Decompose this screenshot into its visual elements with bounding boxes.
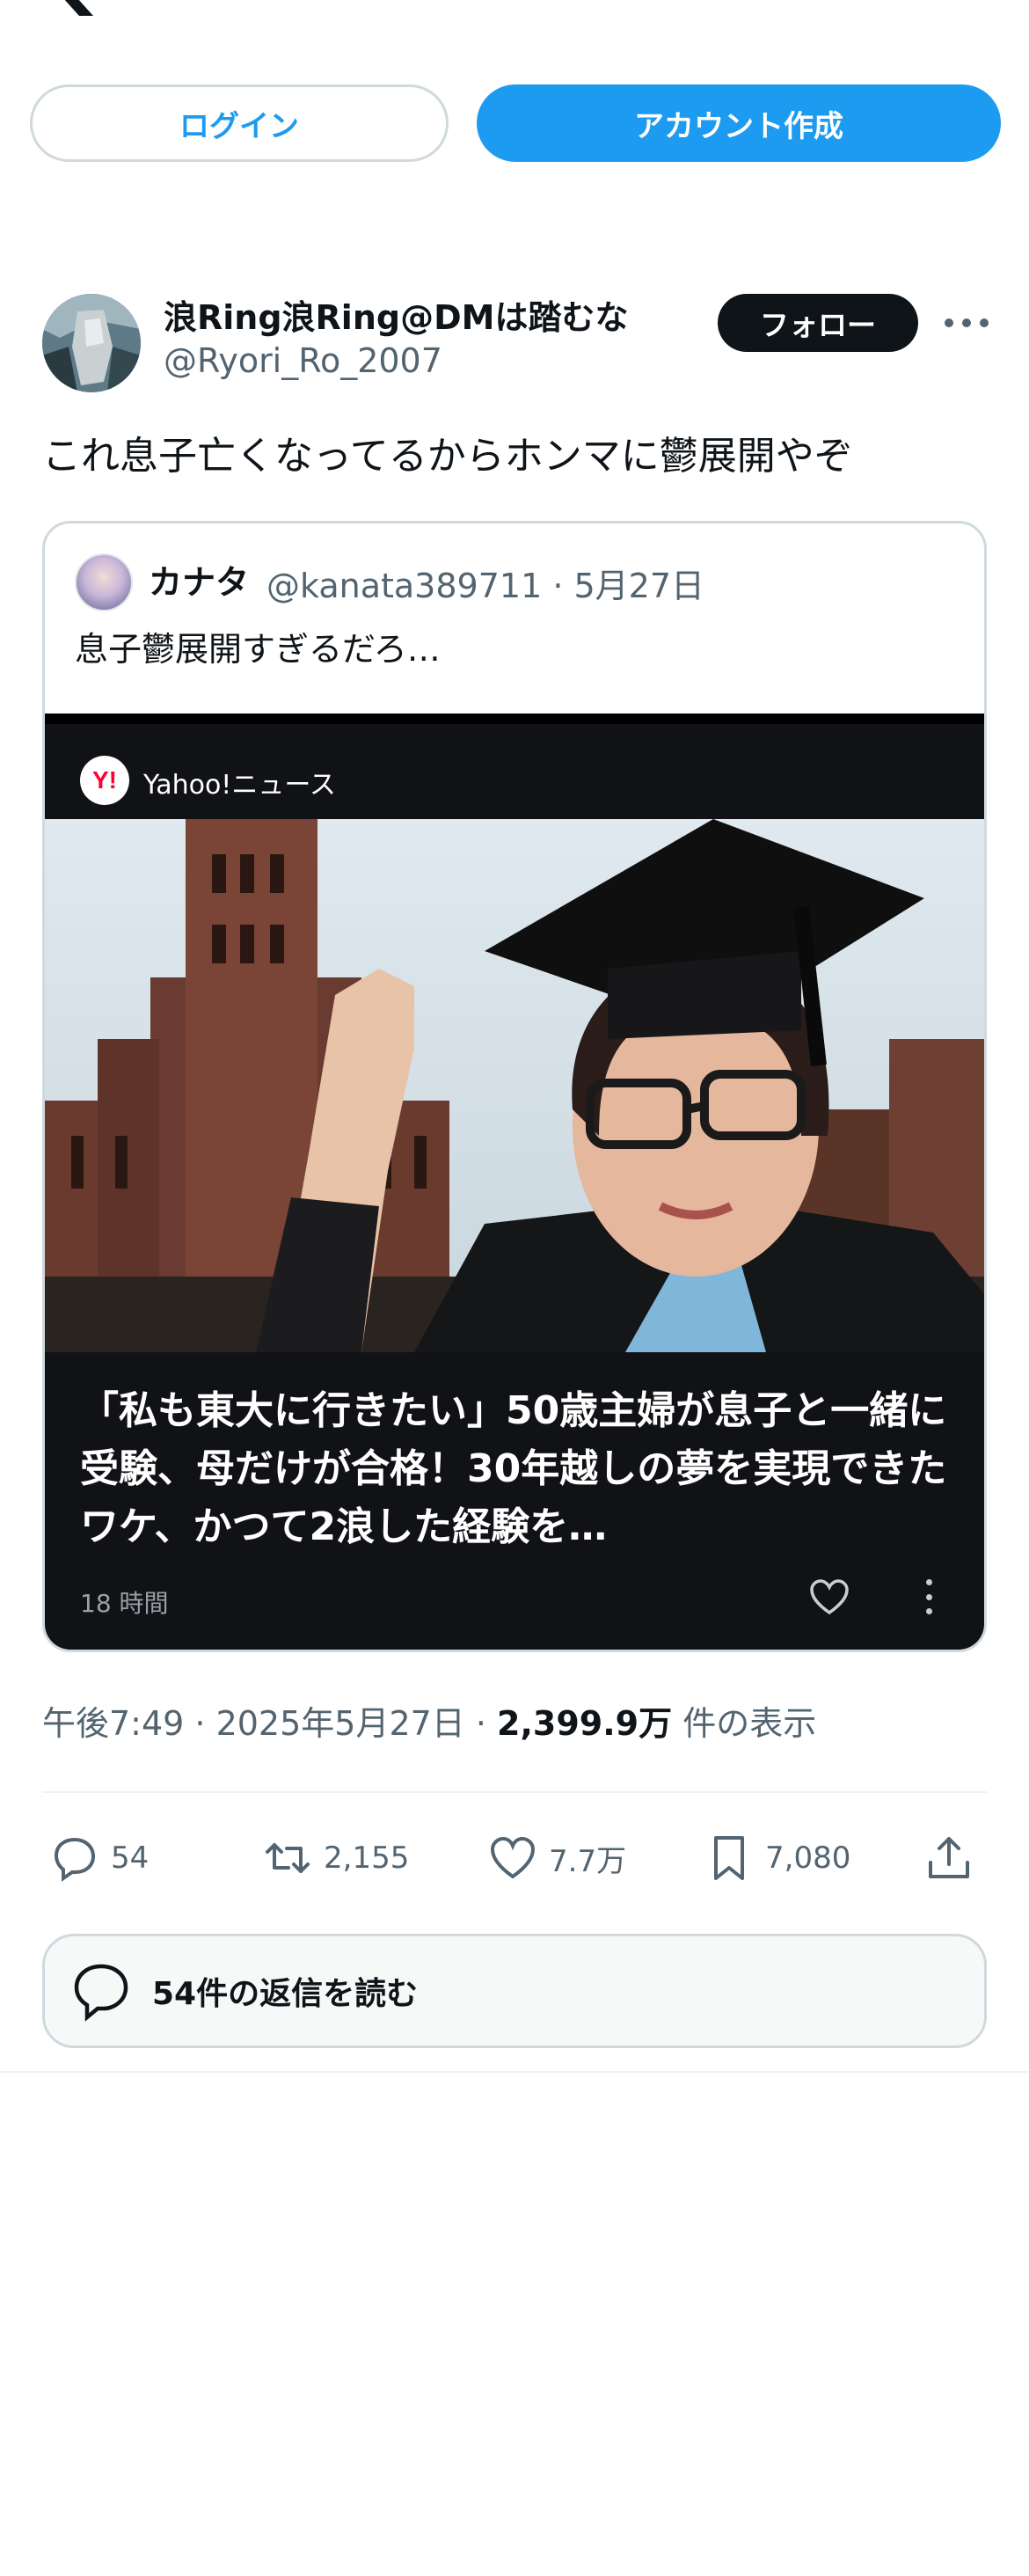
bottom-divider: [0, 2071, 1029, 2073]
reply-button[interactable]: 54: [49, 1823, 149, 1893]
repost-icon: [266, 1843, 310, 1873]
like-count: 7.7万: [549, 1843, 627, 1879]
news-headline: 「私も東大に行きたい」50歳主婦が息子と一緒に受験、母だけが合格！30年越しの夢…: [80, 1388, 947, 1549]
like-button[interactable]: 7.7万: [487, 1823, 626, 1893]
news-time: 18 時間: [80, 1589, 169, 1618]
post-timestamp: 午後7:49 · 2025年5月27日 · 2,399.9万 件の表示: [42, 1696, 816, 1745]
bookmark-button[interactable]: 7,080: [704, 1823, 850, 1893]
x-logo-icon[interactable]: [42, 0, 99, 16]
repost-count: 2,155: [324, 1841, 410, 1876]
news-source: Yahoo!ニュース: [143, 770, 336, 801]
quoted-author-avatar: [75, 553, 133, 611]
quoted-author-name: カナタ: [149, 563, 250, 602]
signup-button[interactable]: アカウント作成: [477, 84, 1001, 162]
more-options-icon[interactable]: [945, 310, 989, 336]
news-card-image[interactable]: Y! Yahoo!ニュース 「私も東大に行きたい」50歳主婦が息子と一緒に受験、…: [45, 714, 984, 1650]
quoted-post-text: 息子鬱展開すぎるだろ…: [75, 630, 441, 669]
views-count: 2,399.9万: [497, 1704, 673, 1743]
author-display-name[interactable]: 浪Ring浪Ring@DMは踏むな: [164, 290, 628, 339]
author-avatar[interactable]: [42, 294, 141, 392]
repost-button[interactable]: 2,155: [262, 1823, 409, 1893]
post-actions: 54 2,155 7.7万 7,080: [42, 1823, 987, 1893]
news-like-icon[interactable]: [808, 1577, 850, 1616]
post-time[interactable]: 午後7:49 · 2025年5月27日 ·: [42, 1704, 497, 1743]
auth-buttons: ログイン アカウント作成: [30, 84, 1001, 164]
read-replies-label: 54件の返信を読む: [152, 1976, 419, 2012]
reply-count: 54: [111, 1841, 150, 1876]
quoted-author-meta: @kanata389711 · 5月27日: [266, 567, 705, 605]
news-photo: [45, 819, 984, 1352]
yahoo-logo-icon: Y!: [80, 756, 129, 805]
share-button[interactable]: [923, 1823, 985, 1893]
share-icon: [929, 1837, 969, 1878]
views-label: 件の表示: [672, 1704, 817, 1743]
reply-icon: [54, 1837, 96, 1882]
bookmark-count: 7,080: [765, 1841, 851, 1876]
read-replies-button[interactable]: 54件の返信を読む: [42, 1934, 987, 2048]
divider: [42, 1791, 987, 1793]
login-button[interactable]: ログイン: [30, 84, 449, 162]
heart-icon: [490, 1836, 536, 1879]
quoted-post[interactable]: カナタ @kanata389711 · 5月27日 息子鬱展開すぎるだろ… Y!…: [42, 521, 987, 1652]
author-handle[interactable]: @Ryori_Ro_2007: [164, 341, 442, 380]
news-more-icon[interactable]: [924, 1579, 933, 1614]
chat-bubble-icon: [74, 1964, 128, 2022]
post-text: これ息子亡くなってるからホンマに鬱展開やぞ: [42, 434, 853, 479]
news-card-header: Y! Yahoo!ニュース: [45, 714, 984, 819]
bookmark-icon: [714, 1836, 744, 1880]
follow-button[interactable]: フォロー: [718, 294, 918, 352]
